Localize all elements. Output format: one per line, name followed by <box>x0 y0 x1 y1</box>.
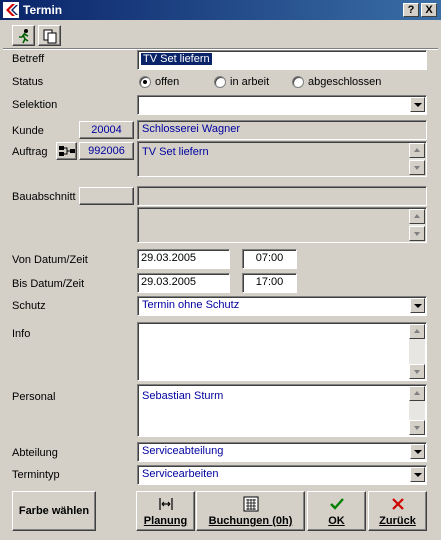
bis-zeit-input[interactable]: 17:00 <box>242 273 297 293</box>
bis-label: Bis Datum/Zeit <box>12 278 85 290</box>
status-label-abgeschlossen: abgeschlossen <box>308 76 382 88</box>
buchungen-label: Buchungen (0h) <box>208 515 293 527</box>
bauabschnitt-label: Bauabschnitt <box>12 191 76 203</box>
status-label-offen: offen <box>155 76 180 88</box>
scroll-down-icon[interactable] <box>409 420 425 435</box>
zurueck-label: Zurück <box>379 515 416 527</box>
kunde-label: Kunde <box>12 125 44 137</box>
selektion-label: Selektion <box>12 99 58 111</box>
von-zeit: 07:00 <box>255 252 284 264</box>
status-radio-abgeschlossen[interactable] <box>292 76 304 88</box>
auftrag-text-field: TV Set liefern <box>137 141 427 177</box>
abteilung-dropdown-icon[interactable] <box>410 444 425 459</box>
kunde-name: Schlosserei Wagner <box>142 123 241 135</box>
personal-scrollbar[interactable] <box>409 386 425 435</box>
personal-list[interactable]: Sebastian Sturm <box>137 384 427 437</box>
schutz-dropdown-icon[interactable] <box>410 298 425 313</box>
termintyp-label: Termintyp <box>12 469 60 481</box>
zurueck-button[interactable]: Zurück <box>368 491 427 531</box>
auftrag-label: Auftrag <box>12 146 48 158</box>
ok-button[interactable]: OK <box>307 491 366 531</box>
copy-button[interactable] <box>38 25 61 46</box>
hierarchy-icon <box>59 146 75 156</box>
scroll-up-icon[interactable] <box>409 209 425 224</box>
farbe-waehlen-button[interactable]: Farbe wählen <box>12 491 96 531</box>
run-button[interactable] <box>12 25 35 46</box>
info-textarea[interactable] <box>137 322 427 381</box>
selektion-dropdown-icon[interactable] <box>410 97 425 112</box>
status-label-in-arbeit: in arbeit <box>230 76 270 88</box>
auftrag-number-button[interactable]: 992006 <box>79 142 134 160</box>
personal-value: Sebastian Sturm <box>142 390 224 402</box>
schutz-select[interactable]: Termin ohne Schutz <box>137 296 427 316</box>
planung-button[interactable]: Planung <box>136 491 195 531</box>
status-label: Status <box>12 76 44 88</box>
ok-label: OK <box>328 515 345 527</box>
von-zeit-input[interactable]: 07:00 <box>242 249 297 269</box>
planung-icon <box>159 498 173 510</box>
farbe-waehlen-label: Farbe wählen <box>18 505 90 517</box>
help-button[interactable]: ? <box>403 3 419 17</box>
abteilung-value: Serviceabteilung <box>142 445 224 457</box>
running-man-icon <box>19 29 29 44</box>
title-bar: Termin ? X <box>0 0 441 20</box>
status-radio-offen[interactable] <box>139 76 151 88</box>
betreff-value: TV Set liefern <box>141 53 212 65</box>
close-button[interactable]: X <box>421 3 437 17</box>
kunde-name-field: Schlosserei Wagner <box>137 120 427 140</box>
info-scrollbar[interactable] <box>409 324 425 379</box>
scroll-up-icon[interactable] <box>409 143 425 158</box>
abteilung-label: Abteilung <box>12 447 58 459</box>
app-logo-icon <box>3 2 19 18</box>
calculator-icon <box>243 496 259 512</box>
schutz-label: Schutz <box>12 300 46 312</box>
buchungen-button[interactable]: Buchungen (0h) <box>196 491 305 531</box>
scroll-down-icon[interactable] <box>409 160 425 175</box>
bauabschnitt-name-field <box>137 186 427 206</box>
auftrag-scrollbar[interactable] <box>409 143 425 175</box>
von-datum-input[interactable]: 29.03.2005 <box>137 249 230 269</box>
auftrag-number: 992006 <box>88 145 125 157</box>
abteilung-select[interactable]: Serviceabteilung <box>137 442 427 462</box>
scroll-up-icon[interactable] <box>409 386 425 401</box>
info-label: Info <box>12 328 31 340</box>
bauabschnitt-text-field <box>137 207 427 243</box>
bis-datum: 29.03.2005 <box>141 276 197 288</box>
schutz-value: Termin ohne Schutz <box>142 299 240 311</box>
bis-datum-input[interactable]: 29.03.2005 <box>137 273 230 293</box>
kunde-number-button[interactable]: 20004 <box>79 121 134 139</box>
personal-label: Personal <box>12 391 56 403</box>
scroll-down-icon[interactable] <box>409 364 425 379</box>
copy-icon <box>43 29 57 44</box>
termintyp-select[interactable]: Servicearbeiten <box>137 465 427 485</box>
termintyp-value: Servicearbeiten <box>142 468 219 480</box>
von-label: Von Datum/Zeit <box>12 254 88 266</box>
bauabschnitt-scrollbar[interactable] <box>409 209 425 241</box>
status-radio-in-arbeit[interactable] <box>214 76 226 88</box>
auftrag-tree-button[interactable] <box>56 142 77 160</box>
bauabschnitt-number-button[interactable] <box>79 187 134 205</box>
selektion-select[interactable] <box>137 95 427 115</box>
scroll-up-icon[interactable] <box>409 324 425 339</box>
scroll-down-icon[interactable] <box>409 226 425 241</box>
window-title: Termin <box>23 3 63 17</box>
termintyp-dropdown-icon[interactable] <box>410 467 425 482</box>
auftrag-text: TV Set liefern <box>142 146 209 158</box>
planung-label: Planung <box>143 515 188 527</box>
betreff-input[interactable]: TV Set liefern <box>137 50 427 70</box>
checkmark-icon <box>330 498 344 510</box>
kunde-number: 20004 <box>91 124 122 136</box>
bis-zeit: 17:00 <box>255 276 284 288</box>
betreff-label: Betreff <box>12 53 45 65</box>
cancel-x-icon <box>392 498 404 510</box>
von-datum: 29.03.2005 <box>141 252 197 264</box>
